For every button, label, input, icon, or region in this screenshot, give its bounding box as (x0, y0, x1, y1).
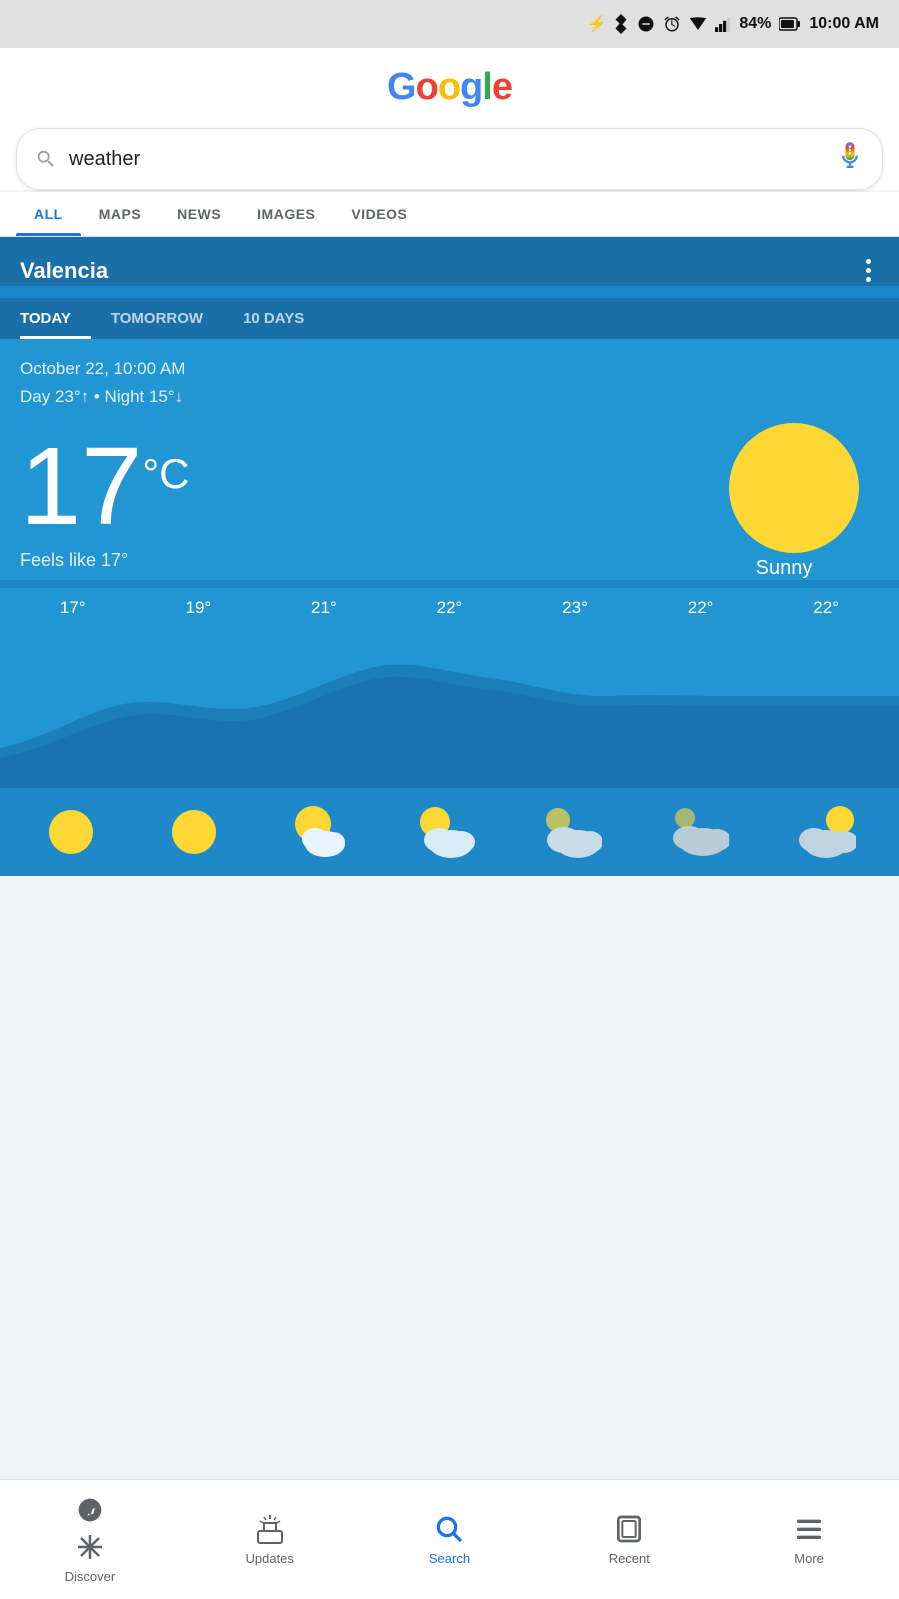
dot2 (866, 268, 871, 273)
sun-cloud-icon-2 (415, 804, 475, 860)
nav-label-updates: Updates (245, 1551, 293, 1566)
weather-temperature: 17 (20, 432, 142, 542)
cloud-sun-icon (796, 804, 856, 860)
dot1 (866, 259, 871, 264)
nav-label-search: Search (429, 1551, 470, 1566)
nav-item-updates[interactable]: Updates (180, 1503, 360, 1576)
status-icons: ⚡ 84% 10:00 AM (587, 14, 879, 34)
updates-icon (254, 1513, 286, 1545)
hourly-icon-2 (289, 804, 349, 860)
microphone-icon[interactable] (836, 141, 864, 177)
hourly-icon-0 (43, 804, 99, 860)
discover-icon (75, 1495, 105, 1525)
temp-3: 22° (437, 598, 463, 618)
nav-label-recent: Recent (609, 1551, 650, 1566)
weather-tab-10days[interactable]: 10 DAYS (243, 298, 324, 339)
temp-6: 22° (813, 598, 839, 618)
cloud-icon-2 (669, 804, 729, 860)
tab-news[interactable]: NEWS (159, 192, 239, 236)
more-icon (793, 1513, 825, 1545)
weather-card: Valencia TODAY TOMORROW 10 DAYS October … (0, 237, 899, 876)
hourly-icon-5 (669, 804, 729, 860)
bottom-nav: Discover Updates Search Recent (0, 1479, 899, 1599)
search-bar[interactable]: weather (16, 128, 883, 190)
hourly-icons-row (0, 788, 899, 876)
weather-main: 17 °C Feels like 17° Sunny (20, 423, 879, 580)
hourly-icon-3 (415, 804, 475, 860)
nav-item-discover[interactable]: Discover (0, 1485, 180, 1594)
nav-item-search[interactable]: Search (360, 1503, 540, 1576)
hourly-icon-4 (542, 804, 602, 860)
google-logo: Google (387, 66, 512, 109)
battery-percentage: 84% (739, 15, 771, 33)
alarm-icon (663, 15, 681, 33)
weather-tabs: TODAY TOMORROW 10 DAYS (0, 298, 899, 339)
search-icon (35, 148, 57, 170)
weather-condition: Sunny (756, 557, 813, 580)
hourly-icon-1 (166, 804, 222, 860)
status-bar: ⚡ 84% 10:00 AM (0, 0, 899, 48)
temp-0: 17° (60, 598, 86, 618)
weather-feels-like: Feels like 17° (20, 550, 190, 571)
donotdisturb-icon (637, 15, 655, 33)
recent-icon (613, 1513, 645, 1545)
sun-full-icon-2 (166, 804, 222, 860)
weather-day-night: Day 23°↑ • Night 15°↓ (20, 387, 879, 407)
weather-wave (0, 608, 899, 788)
weather-content: October 22, 10:00 AM Day 23°↑ • Night 15… (0, 339, 899, 580)
temp-5: 22° (688, 598, 714, 618)
temp-1: 19° (185, 598, 211, 618)
cloud-icon-1 (542, 804, 602, 860)
discover-icon-asterisk (74, 1531, 106, 1563)
search-tabs: ALL MAPS NEWS IMAGES VIDEOS (0, 192, 899, 237)
weather-tab-tomorrow[interactable]: TOMORROW (111, 298, 223, 339)
tab-maps[interactable]: MAPS (81, 192, 159, 236)
bottom-spacer (0, 876, 899, 996)
wifi-icon (689, 17, 707, 31)
bluetooth-icon (615, 14, 629, 34)
sun-icon (729, 423, 859, 553)
search-nav-icon (433, 1513, 465, 1545)
dot3 (866, 277, 871, 282)
weather-tab-today[interactable]: TODAY (20, 298, 91, 339)
nav-label-more: More (794, 1551, 824, 1566)
weather-temp-block: 17 °C Feels like 17° (20, 432, 190, 571)
hourly-icon-6 (796, 804, 856, 860)
search-input[interactable]: weather (69, 148, 824, 171)
weather-header: Valencia (0, 237, 899, 286)
temp-labels: 17° 19° 21° 22° 23° 22° 22° (0, 588, 899, 618)
weather-unit: °C (142, 450, 189, 498)
battery-icon (779, 17, 801, 31)
signal-icon (715, 16, 731, 32)
tab-all[interactable]: ALL (16, 192, 81, 236)
weather-sun-block: Sunny (729, 423, 879, 580)
nav-item-recent[interactable]: Recent (539, 1503, 719, 1576)
temp-4: 23° (562, 598, 588, 618)
nav-label-discover: Discover (65, 1569, 116, 1584)
sun-cloud-icon-1 (289, 804, 349, 860)
google-logo-area: Google (0, 48, 899, 118)
time: 10:00 AM (809, 15, 879, 33)
search-bar-container: weather (0, 118, 899, 190)
hourly-chart: 17° 19° 21° 22° 23° 22° 22° (0, 588, 899, 788)
nav-item-more[interactable]: More (719, 1503, 899, 1576)
temp-2: 21° (311, 598, 337, 618)
bluetooth-icon: ⚡ (587, 14, 607, 34)
tab-videos[interactable]: VIDEOS (333, 192, 425, 236)
more-options-button[interactable] (858, 255, 879, 286)
tab-images[interactable]: IMAGES (239, 192, 333, 236)
weather-date: October 22, 10:00 AM (20, 359, 879, 379)
sun-full-icon (43, 804, 99, 860)
weather-city: Valencia (20, 258, 108, 284)
